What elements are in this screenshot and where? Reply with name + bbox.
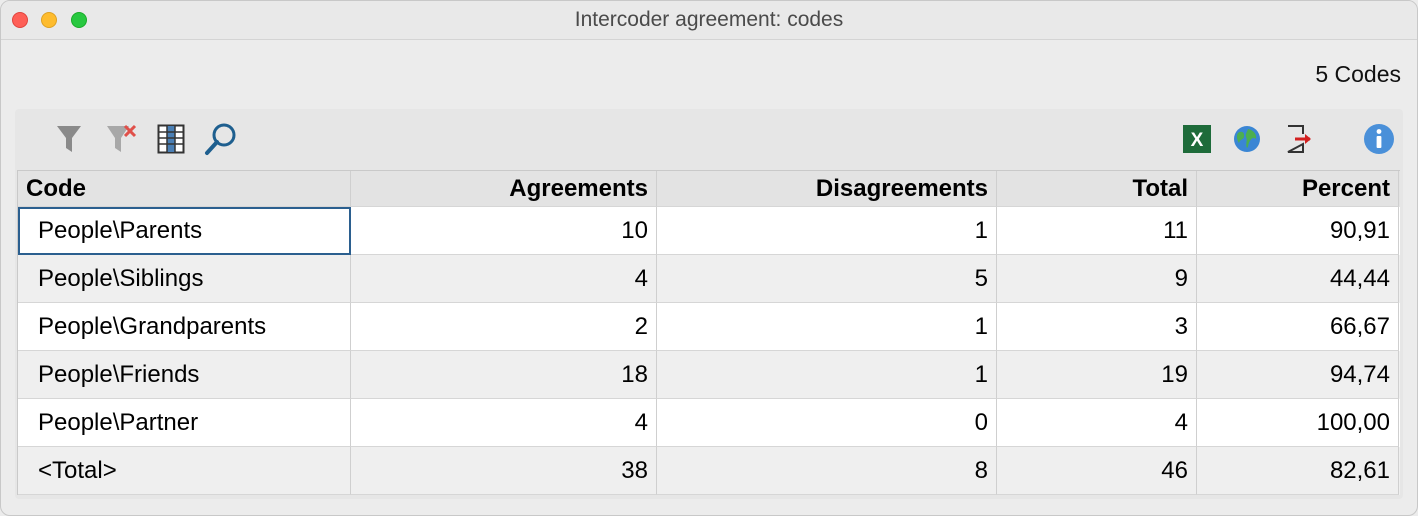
export-excel-button[interactable]: X (1179, 121, 1215, 157)
disagreements-cell: 8 (657, 447, 997, 495)
info-button[interactable] (1361, 121, 1397, 157)
export-web-button[interactable] (1229, 121, 1265, 157)
agreements-cell: 18 (351, 351, 657, 399)
columns-button[interactable] (153, 121, 189, 157)
export-button[interactable] (1281, 121, 1317, 157)
results-panel: X Code Agreements Disagreements Total Pe… (15, 109, 1403, 499)
agreements-cell: 4 (351, 399, 657, 447)
agreements-cell: 4 (351, 255, 657, 303)
svg-text:X: X (1191, 130, 1204, 151)
table-row[interactable]: People\Partner 4 0 4 100,00 (18, 399, 1400, 447)
total-cell: 46 (997, 447, 1197, 495)
total-cell: 9 (997, 255, 1197, 303)
total-cell: 4 (997, 399, 1197, 447)
agreements-cell: 38 (351, 447, 657, 495)
column-header-disagreements[interactable]: Disagreements (657, 171, 997, 207)
window: Intercoder agreement: codes 5 Codes X Co… (0, 0, 1418, 516)
search-icon (205, 123, 236, 155)
filter-button[interactable] (51, 121, 87, 157)
info-icon (1364, 124, 1394, 154)
percent-cell: 90,91 (1197, 207, 1399, 255)
table-row[interactable]: People\Grandparents 2 1 3 66,67 (18, 303, 1400, 351)
code-cell[interactable]: People\Partner (18, 399, 351, 447)
table-row-total[interactable]: <Total> 38 8 46 82,61 (18, 447, 1400, 495)
percent-cell: 82,61 (1197, 447, 1399, 495)
total-cell: 3 (997, 303, 1197, 351)
disagreements-cell: 0 (657, 399, 997, 447)
table-row[interactable]: People\Parents 10 1 11 90,91 (18, 207, 1400, 255)
excel-export-icon: X (1183, 125, 1211, 153)
columns-icon (157, 124, 185, 154)
table-row[interactable]: People\Siblings 4 5 9 44,44 (18, 255, 1400, 303)
web-export-icon (1234, 126, 1260, 152)
percent-cell: 66,67 (1197, 303, 1399, 351)
table-row[interactable]: People\Friends 18 1 19 94,74 (18, 351, 1400, 399)
code-cell[interactable]: People\Grandparents (18, 303, 351, 351)
percent-cell: 100,00 (1197, 399, 1399, 447)
agreements-cell: 10 (351, 207, 657, 255)
code-cell[interactable]: People\Siblings (18, 255, 351, 303)
code-count: 5 Codes (1315, 61, 1401, 87)
total-cell: 19 (997, 351, 1197, 399)
column-header-code[interactable]: Code (18, 171, 351, 207)
agreement-table: Code Agreements Disagreements Total Perc… (17, 170, 1400, 495)
code-cell[interactable]: <Total> (18, 447, 351, 495)
search-button[interactable] (203, 121, 239, 157)
percent-cell: 44,44 (1197, 255, 1399, 303)
code-cell[interactable]: People\Parents (18, 207, 351, 255)
clear-filter-button[interactable] (103, 121, 139, 157)
title-bar: Intercoder agreement: codes (1, 1, 1417, 40)
column-header-percent[interactable]: Percent (1197, 171, 1399, 207)
disagreements-cell: 1 (657, 207, 997, 255)
window-title: Intercoder agreement: codes (574, 8, 844, 31)
disagreements-cell: 5 (657, 255, 997, 303)
column-header-agreements[interactable]: Agreements (351, 171, 657, 207)
export-icon (1287, 125, 1311, 153)
clear-filter-icon (107, 124, 137, 152)
total-cell: 11 (997, 207, 1197, 255)
percent-cell: 94,74 (1197, 351, 1399, 399)
agreements-cell: 2 (351, 303, 657, 351)
toolbar: X (15, 109, 1403, 169)
table-header-row: Code Agreements Disagreements Total Perc… (18, 171, 1400, 207)
code-cell[interactable]: People\Friends (18, 351, 351, 399)
disagreements-cell: 1 (657, 351, 997, 399)
filter-icon (57, 126, 81, 152)
disagreements-cell: 1 (657, 303, 997, 351)
column-header-total[interactable]: Total (997, 171, 1197, 207)
